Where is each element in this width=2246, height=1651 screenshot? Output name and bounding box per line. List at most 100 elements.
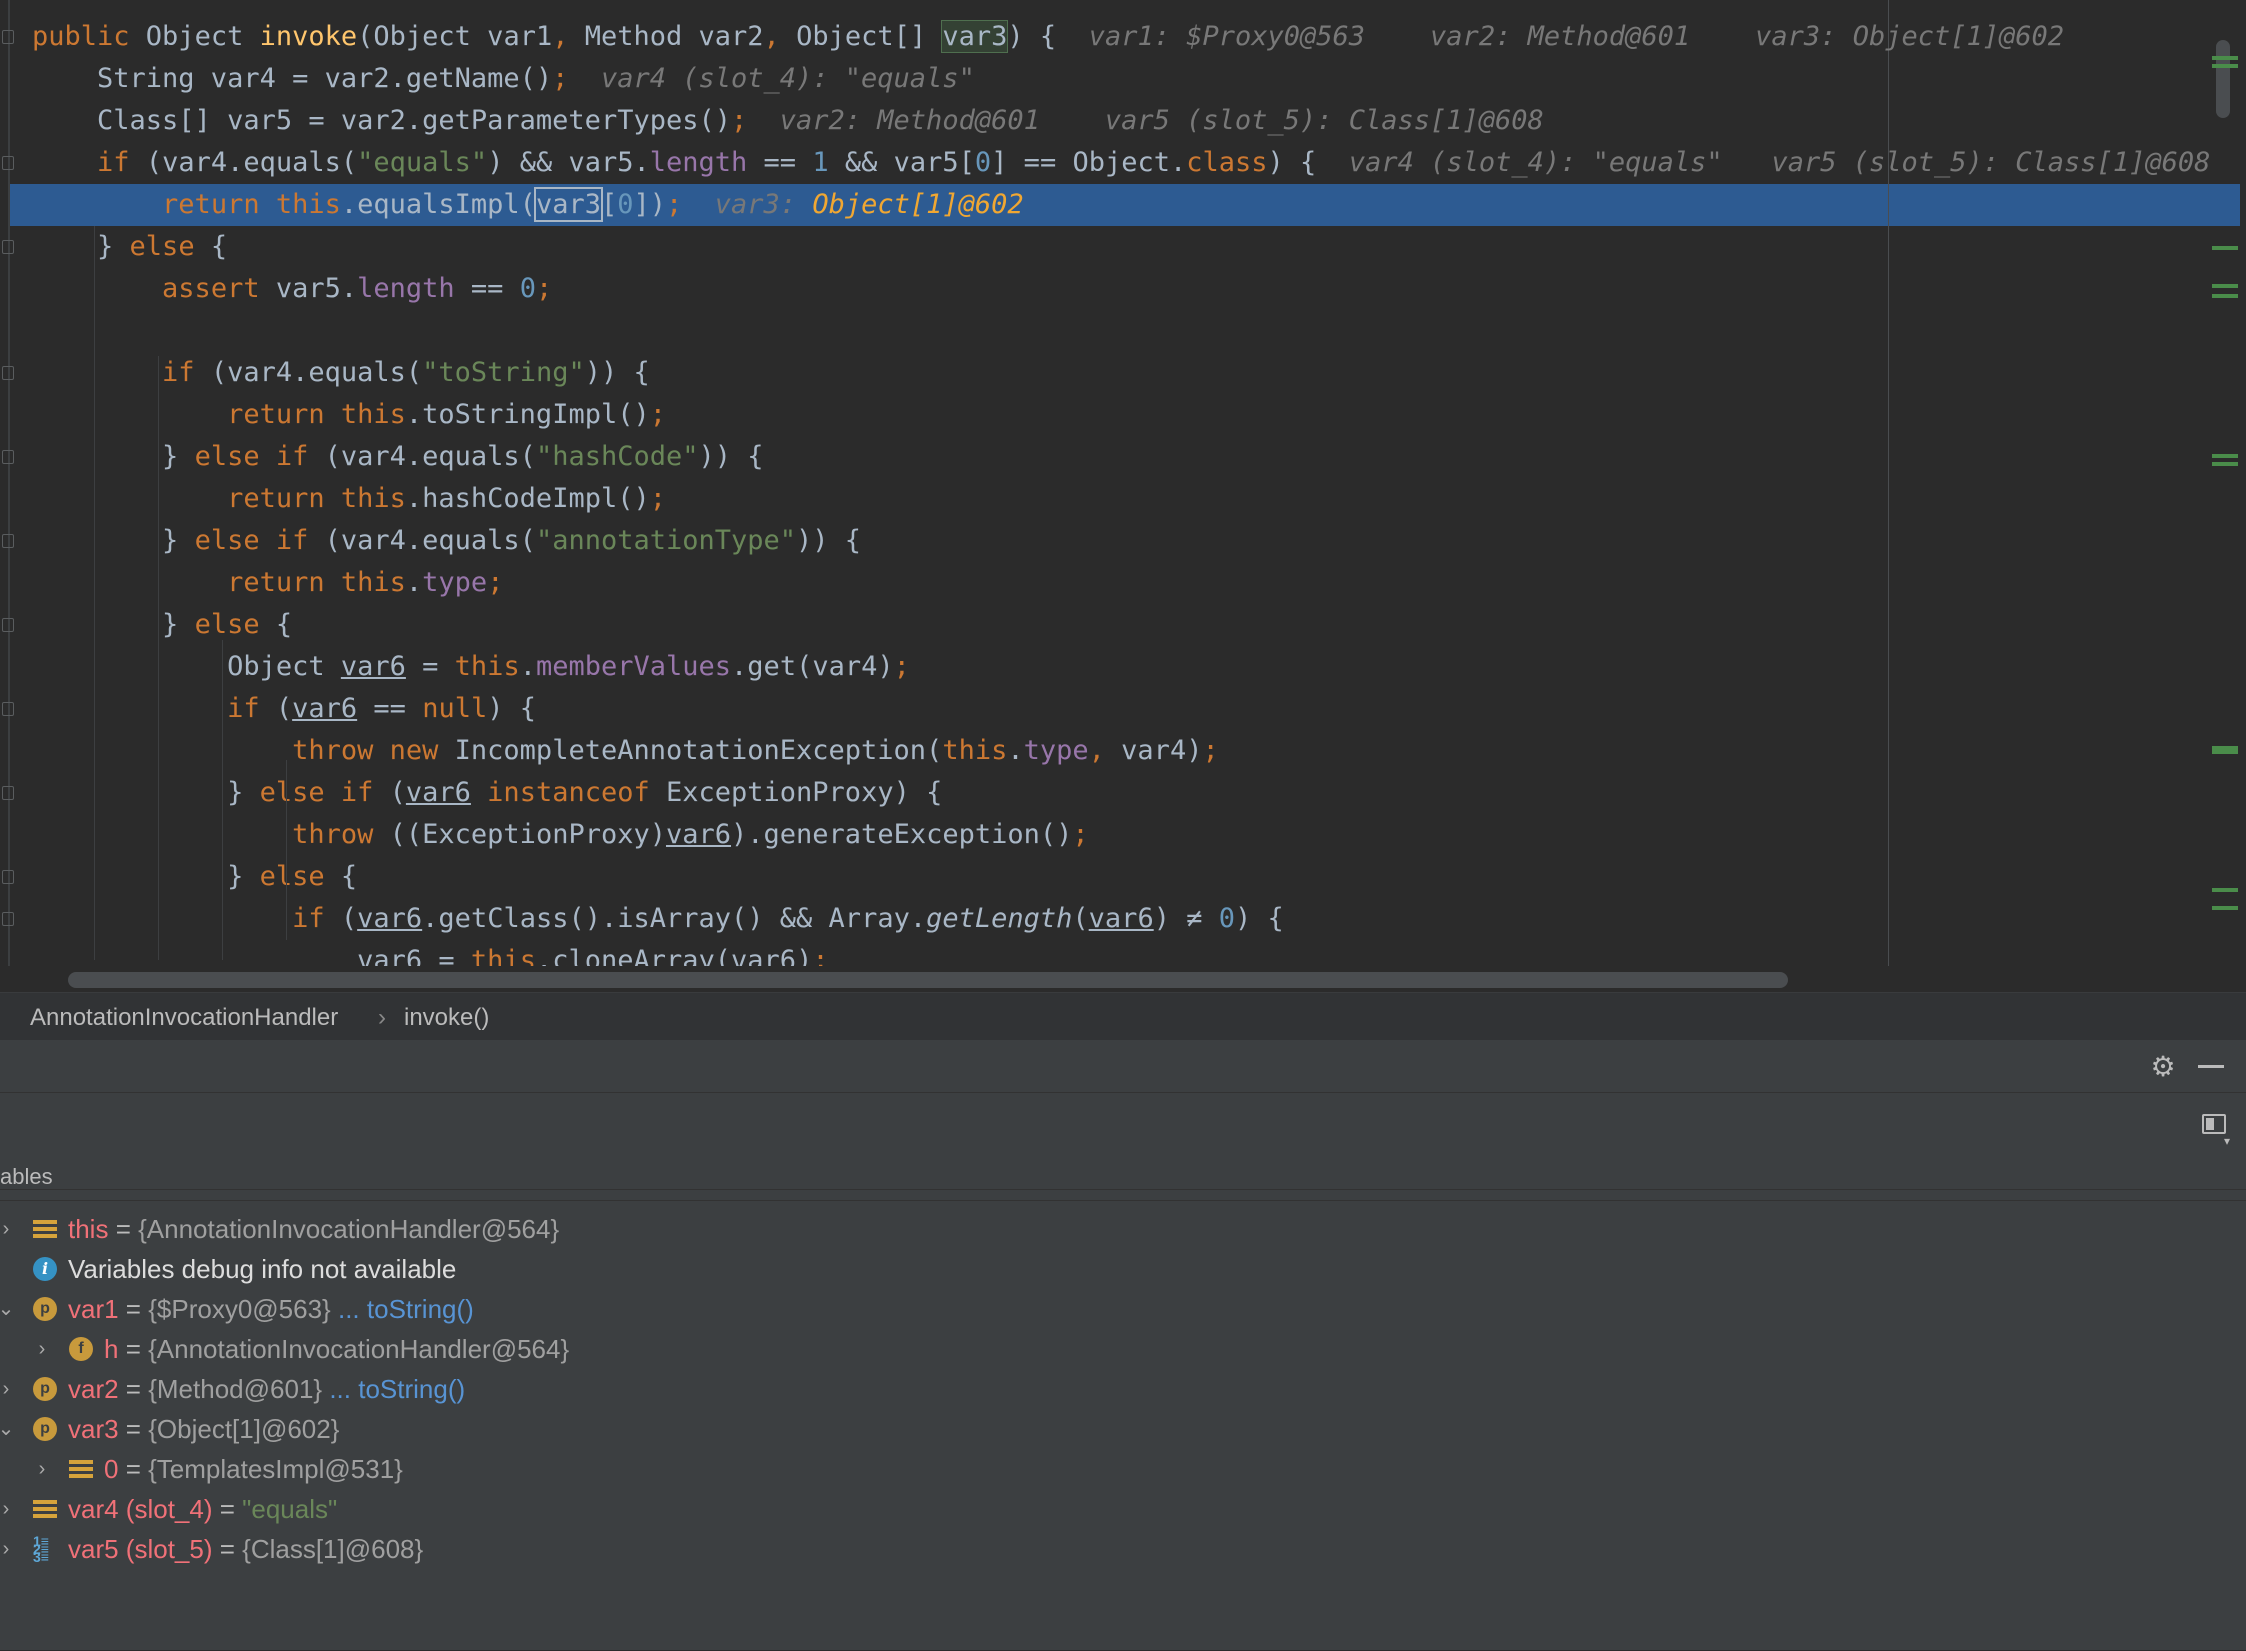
stripe-mark[interactable]: [2212, 906, 2238, 910]
code-token: throw: [292, 819, 390, 850]
chevron-right-icon[interactable]: ›: [0, 1489, 16, 1529]
fold-marker[interactable]: [2, 366, 14, 380]
fold-marker[interactable]: [2, 912, 14, 926]
code-line[interactable]: throw ((ExceptionProxy)var6).generateExc…: [32, 814, 1089, 856]
gear-icon[interactable]: ⚙: [2148, 1052, 2178, 1082]
code-line[interactable]: if (var4.equals("toString")) {: [32, 352, 650, 394]
equals-sign: =: [118, 1414, 149, 1444]
code-token: var6: [405, 777, 471, 808]
stripe-mark[interactable]: [2212, 294, 2238, 298]
code-token: (var4.equals(: [324, 441, 536, 472]
stripe-mark[interactable]: [2212, 56, 2238, 60]
code-token: ) {: [487, 693, 536, 724]
breadcrumb: AnnotationInvocationHandler › invoke(): [0, 992, 2246, 1041]
chevron-down-icon[interactable]: ▾: [2224, 1134, 2230, 1148]
code-line[interactable]: } else if (var6 instanceof ExceptionProx…: [32, 772, 942, 814]
code-line[interactable]: Class[] var5 = var2.getParameterTypes();…: [32, 100, 1544, 142]
variable-row-var3-0[interactable]: › 0 = {TemplatesImpl@531}: [0, 1449, 2246, 1489]
fold-marker[interactable]: [2, 240, 14, 254]
code-token: ==: [357, 693, 423, 724]
variable-row-info[interactable]: i Variables debug info not available: [0, 1249, 2246, 1289]
variable-row-var1[interactable]: ⌄ p var1 = {$Proxy0@563} ... toString(): [0, 1289, 2246, 1329]
tostring-link[interactable]: ... toString(): [338, 1294, 474, 1324]
stripe-mark[interactable]: [2212, 746, 2238, 754]
code-token: ) {: [1235, 903, 1284, 934]
stripe-mark[interactable]: [2212, 64, 2238, 68]
chevron-right-icon[interactable]: ›: [0, 1529, 16, 1569]
code-token: (: [340, 903, 358, 934]
code-token: ;: [649, 483, 666, 514]
fold-marker[interactable]: [2, 156, 14, 170]
code-token: ,: [1088, 735, 1122, 766]
equals-sign: =: [118, 1334, 149, 1364]
debug-panel: ⚙ ▾ ables › this = {AnnotationInvocationH…: [0, 1040, 2246, 1650]
chevron-right-icon[interactable]: ›: [0, 1209, 16, 1249]
code-token: Method var2: [584, 21, 764, 52]
equals-sign: =: [108, 1214, 139, 1244]
fold-marker[interactable]: [2, 450, 14, 464]
stripe-mark[interactable]: [2212, 284, 2238, 288]
code-line[interactable]: return this.type;: [32, 562, 503, 604]
code-line[interactable]: } else {: [32, 856, 357, 898]
variable-row-var4[interactable]: › var4 (slot_4) = "equals": [0, 1489, 2246, 1529]
vertical-scrollbar[interactable]: [2216, 40, 2230, 118]
variable-value: {AnnotationInvocationHandler@564}: [148, 1334, 570, 1364]
chevron-right-icon[interactable]: ›: [32, 1329, 52, 1369]
code-line[interactable]: } else {: [32, 226, 227, 268]
layout-icon[interactable]: [2202, 1114, 2226, 1134]
code-line[interactable]: } else if (var4.equals("annotationType")…: [32, 520, 861, 562]
variable-row-h[interactable]: › f h = {AnnotationInvocationHandler@564}: [0, 1329, 2246, 1369]
chevron-right-icon[interactable]: ›: [32, 1449, 52, 1489]
fold-marker[interactable]: [2, 786, 14, 800]
fold-marker[interactable]: [2, 702, 14, 716]
code-token: ]): [633, 189, 667, 220]
fold-marker[interactable]: [2, 618, 14, 632]
code-line[interactable]: } else if (var4.equals("hashCode")) {: [32, 436, 764, 478]
code-line[interactable]: if (var6.getClass().isArray() && Array.g…: [32, 898, 1284, 940]
horizontal-scrollbar[interactable]: [68, 972, 1788, 988]
code-token: Class[] var5 = var2.getParameterTypes(): [32, 105, 731, 136]
code-line[interactable]: return this.toStringImpl();: [32, 394, 666, 436]
code-editor[interactable]: public Object invoke(Object var1, Method…: [0, 0, 2246, 992]
variable-name: 0 = {TemplatesImpl@531}: [104, 1449, 403, 1489]
stripe-mark[interactable]: [2212, 888, 2238, 892]
code-token: .hashCodeImpl(): [405, 483, 650, 514]
code-line[interactable]: public Object invoke(Object var1, Method…: [32, 16, 2064, 58]
fold-marker[interactable]: [2, 870, 14, 884]
code-token: public: [32, 21, 146, 52]
tostring-link[interactable]: ... toString(): [329, 1374, 465, 1404]
code-line[interactable]: if (var6 == null) {: [32, 688, 536, 730]
fold-marker[interactable]: [2, 534, 14, 548]
breadcrumb-method[interactable]: invoke(): [404, 1004, 489, 1032]
variable-row-var5[interactable]: › 1≡ 2≡ 3≡ var5 (slot_5) = {Class[1]@608}: [0, 1529, 2246, 1569]
chevron-down-icon[interactable]: ⌄: [0, 1289, 16, 1329]
stripe-mark[interactable]: [2212, 246, 2238, 250]
code-line[interactable]: Object var6 = this.memberValues.get(var4…: [32, 646, 910, 688]
chevron-right-icon[interactable]: ›: [0, 1369, 16, 1409]
variable-row-var2[interactable]: › p var2 = {Method@601} ... toString(): [0, 1369, 2246, 1409]
code-line[interactable]: assert var5.length == 0;: [32, 268, 552, 310]
code-token: Object: [145, 21, 260, 52]
variable-value: {Class[1]@608}: [242, 1534, 424, 1564]
code-token: ,: [552, 21, 585, 52]
stripe-mark[interactable]: [2212, 454, 2238, 458]
code-line[interactable]: String var4 = var2.getName(); var4 (slot…: [32, 58, 975, 100]
code-line[interactable]: if (var4.equals("equals") && var5.length…: [32, 142, 2210, 184]
variable-row-this[interactable]: › this = {AnnotationInvocationHandler@564…: [0, 1209, 2246, 1249]
code-line[interactable]: } else {: [32, 604, 292, 646]
code-line-current[interactable]: return this.equalsImpl(var3[0]); var3: O…: [32, 184, 1024, 226]
chevron-down-icon[interactable]: ⌄: [0, 1409, 16, 1449]
variable-row-var3[interactable]: ⌄ p var3 = {Object[1]@602}: [0, 1409, 2246, 1449]
variables-tree[interactable]: › this = {AnnotationInvocationHandler@564…: [0, 1200, 2246, 1651]
code-token: ;: [552, 63, 569, 94]
fold-marker[interactable]: [2, 30, 14, 44]
code-token: return this: [227, 567, 406, 598]
code-line[interactable]: return this.hashCodeImpl();: [32, 478, 666, 520]
minimize-icon[interactable]: [2198, 1065, 2224, 1068]
breadcrumb-class[interactable]: AnnotationInvocationHandler: [30, 1004, 338, 1032]
parameter-icon: p: [33, 1297, 57, 1321]
code-line[interactable]: throw new IncompleteAnnotationException(…: [32, 730, 1219, 772]
stripe-mark[interactable]: [2212, 462, 2238, 466]
